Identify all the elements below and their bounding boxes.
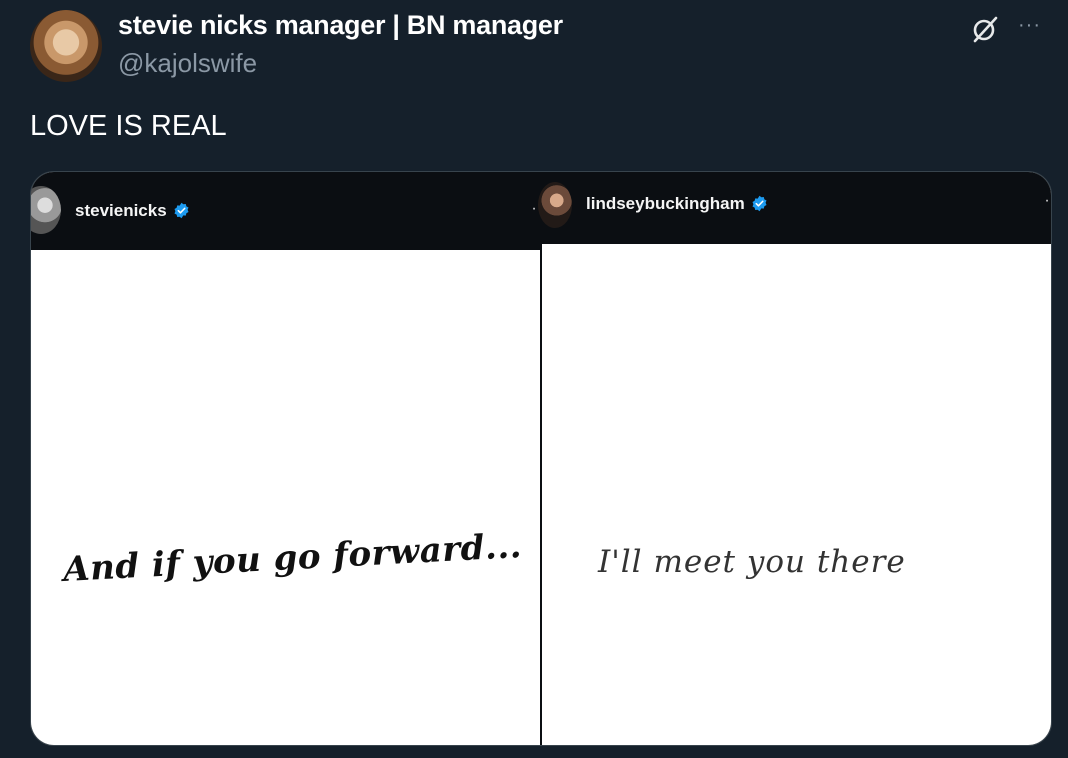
ig-header-left: stevienicks ·· [31, 172, 543, 250]
more-options-icon[interactable]: ··· [1018, 14, 1050, 38]
author-display-name[interactable]: stevie nicks manager | BN manager [118, 10, 563, 41]
ig-username-right-text: lindseybuckingham [586, 194, 745, 213]
ig-header-right: lindseybuckingham ·· [538, 172, 1051, 244]
tweet-text: LOVE IS REAL [30, 110, 227, 142]
author-handle[interactable]: @kajolswife [118, 48, 257, 79]
handwritten-text-left: And if you go forward... [62, 526, 523, 590]
author-avatar[interactable] [30, 10, 102, 82]
tweet-media[interactable]: stevienicks ·· And if you go forward... … [30, 171, 1052, 746]
media-image-left[interactable]: stevienicks ·· And if you go forward... [31, 172, 543, 745]
ig-username-right: lindseybuckingham [586, 194, 768, 214]
handwritten-text-right: I'll meet you there [598, 544, 906, 580]
verified-badge-icon [752, 195, 767, 212]
grok-icon[interactable] [970, 14, 1000, 44]
media-image-right[interactable]: lindseybuckingham ·· I'll meet you there [538, 172, 1051, 745]
ig-avatar-left [31, 186, 61, 234]
ig-avatar-right [538, 182, 572, 228]
ig-username-left-text: stevienicks [75, 201, 167, 220]
ig-more-right-icon: ·· [1044, 192, 1051, 209]
ig-username-left: stevienicks [75, 201, 190, 221]
verified-badge-icon [174, 202, 189, 219]
